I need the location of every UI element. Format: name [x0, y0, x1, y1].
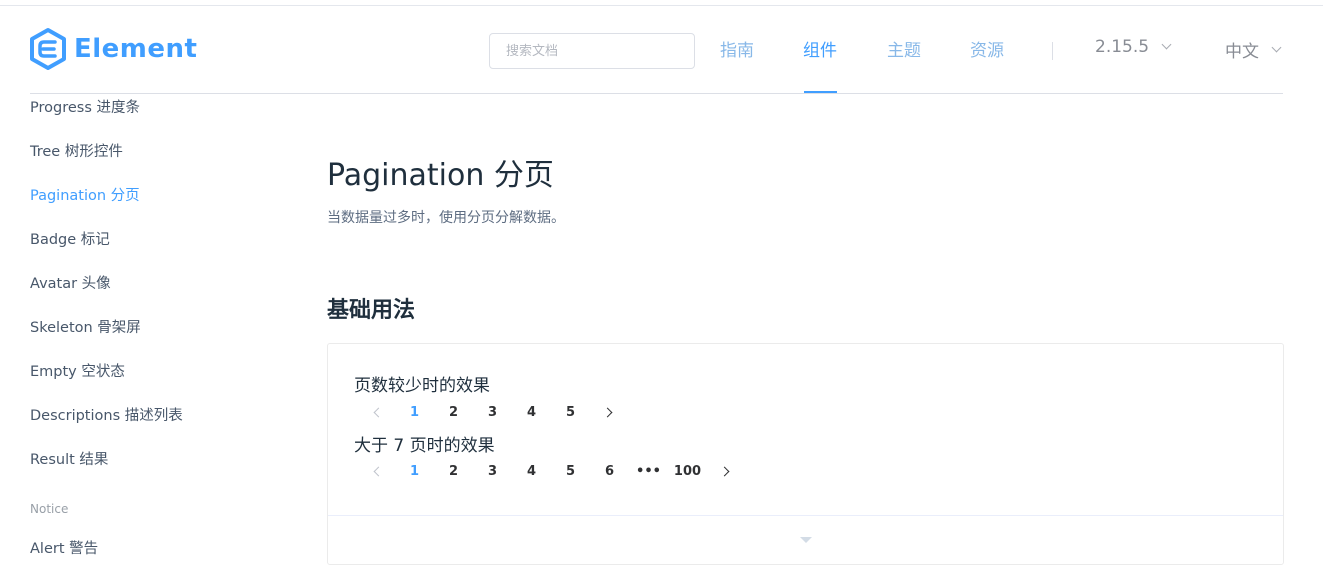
next-page-button[interactable]: [590, 400, 627, 424]
section-title: 基础用法: [327, 298, 416, 323]
page-number[interactable]: 6: [590, 459, 629, 483]
caret-down-icon[interactable]: [800, 537, 812, 543]
sidebar-item-progress[interactable]: Progress 进度条: [30, 96, 140, 117]
page-number[interactable]: 1: [395, 459, 434, 483]
page-number[interactable]: 4: [512, 459, 551, 483]
page-number[interactable]: 5: [551, 400, 590, 424]
sidebar-item-descriptions[interactable]: Descriptions 描述列表: [30, 404, 183, 425]
chevron-left-icon: [373, 407, 383, 417]
prev-page-button[interactable]: [358, 400, 395, 424]
demo-block: 页数较少时的效果 1 2 3 4 5 大于 7 页时的效果 1 2 3 4 5 …: [327, 343, 1284, 565]
nav-divider: [1052, 42, 1053, 60]
nav-guide[interactable]: 指南: [720, 36, 754, 61]
pagination-few: 1 2 3 4 5: [358, 400, 627, 424]
page-number[interactable]: 1: [395, 400, 434, 424]
sidebar-item-result[interactable]: Result 结果: [30, 448, 108, 469]
more-pages-ellipsis[interactable]: •••: [629, 459, 668, 483]
sidebar-item-avatar[interactable]: Avatar 头像: [30, 272, 111, 293]
next-page-button[interactable]: [707, 459, 744, 483]
page-number[interactable]: 3: [473, 459, 512, 483]
page-title: Pagination 分页: [327, 158, 554, 193]
prev-page-button[interactable]: [358, 459, 395, 483]
sidebar-item-empty[interactable]: Empty 空状态: [30, 360, 125, 381]
page-number[interactable]: 3: [473, 400, 512, 424]
logo-text: Element: [74, 34, 198, 64]
chevron-down-icon: [1271, 42, 1282, 52]
page-number[interactable]: 4: [512, 400, 551, 424]
demo-label-many-pages: 大于 7 页时的效果: [354, 436, 495, 456]
sidebar-item-badge[interactable]: Badge 标记: [30, 228, 110, 249]
pagination-many: 1 2 3 4 5 6 ••• 100: [358, 459, 744, 483]
demo-label-few-pages: 页数较少时的效果: [354, 376, 490, 396]
demo-divider: [328, 515, 1283, 516]
element-logo-icon: [30, 28, 66, 70]
sidebar-item-alert[interactable]: Alert 警告: [30, 537, 98, 558]
site-header: Element 指南 组件 主题 资源 2.15.5 中文: [0, 6, 1323, 94]
logo[interactable]: Element: [28, 27, 197, 71]
language-label: 中文: [1225, 42, 1259, 62]
sidebar-item-skeleton[interactable]: Skeleton 骨架屏: [30, 316, 141, 337]
page-number[interactable]: 5: [551, 459, 590, 483]
sidebar-item-tree[interactable]: Tree 树形控件: [30, 140, 123, 161]
nav-component[interactable]: 组件: [803, 36, 837, 61]
version-label: 2.15.5: [1095, 37, 1150, 57]
sidebar-group-notice: Notice: [30, 502, 69, 516]
chevron-right-icon: [602, 407, 612, 417]
version-dropdown[interactable]: 2.15.5: [1095, 37, 1172, 57]
nav-resource[interactable]: 资源: [970, 36, 1004, 61]
chevron-down-icon: [1161, 39, 1172, 50]
sidebar-item-pagination[interactable]: Pagination 分页: [30, 184, 140, 205]
page-number[interactable]: 2: [434, 400, 473, 424]
chevron-left-icon: [373, 466, 383, 476]
header-divider: [30, 93, 1283, 94]
language-dropdown[interactable]: 中文: [1225, 37, 1282, 62]
page-number[interactable]: 2: [434, 459, 473, 483]
nav-theme[interactable]: 主题: [887, 36, 921, 61]
page-description: 当数据量过多时，使用分页分解数据。: [327, 210, 565, 226]
chevron-right-icon: [719, 466, 729, 476]
search-input[interactable]: [489, 33, 695, 69]
page-number[interactable]: 100: [668, 459, 707, 483]
